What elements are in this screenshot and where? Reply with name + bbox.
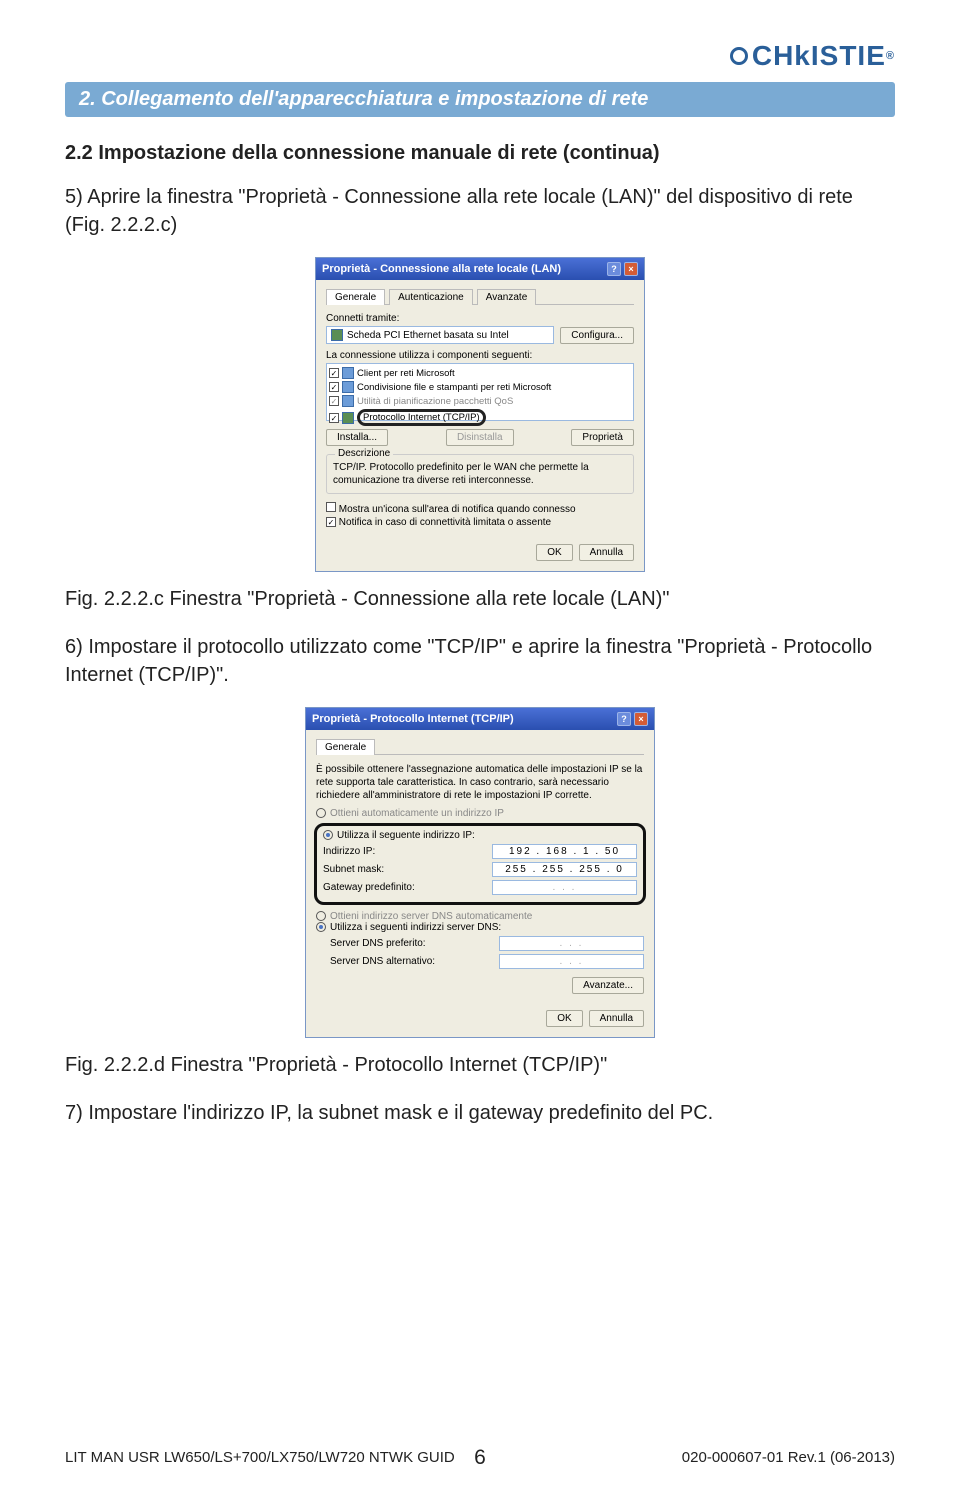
component-icon	[342, 381, 354, 393]
help-icon[interactable]: ?	[607, 262, 621, 276]
help-icon[interactable]: ?	[617, 712, 631, 726]
subnet-field[interactable]: 255 . 255 . 255 . 0	[492, 862, 637, 877]
component-icon	[342, 395, 354, 407]
tcpip-intro: È possibile ottenere l'assegnazione auto…	[316, 763, 644, 802]
tab-general[interactable]: Generale	[316, 739, 375, 755]
footer-left: LIT MAN USR LW650/LS+700/LX750/LW720 NTW…	[65, 1449, 455, 1466]
page-number: 6	[474, 1446, 486, 1470]
logo-reg: ®	[886, 50, 895, 62]
description-group: Descrizione TCP/IP. Protocollo predefini…	[326, 454, 634, 494]
description-text: TCP/IP. Protocollo predefinito per le WA…	[333, 461, 627, 487]
brand-logo: CHkISTIE ®	[730, 40, 895, 72]
advanced-button[interactable]: Avanzate...	[572, 977, 644, 994]
footer-right: 020-000607-01 Rev.1 (06-2013)	[682, 1449, 895, 1466]
uninstall-button: Disinstalla	[446, 429, 514, 446]
adapter-name: Scheda PCI Ethernet basata su Intel	[347, 330, 509, 341]
tab-auth[interactable]: Autenticazione	[389, 289, 473, 305]
radio-manual-ip[interactable]	[323, 830, 333, 840]
mask-label: Subnet mask:	[323, 864, 384, 875]
list-item: Condivisione file e stampanti per reti M…	[357, 382, 551, 393]
list-item: Utilità di pianificazione pacchetti QoS	[357, 396, 513, 407]
figure-caption-2: Fig. 2.2.2.d Finestra "Proprietà - Proto…	[65, 1054, 895, 1077]
configure-button[interactable]: Configura...	[560, 327, 634, 344]
list-item-highlighted: Protocollo Internet (TCP/IP)	[357, 409, 486, 426]
components-label: La connessione utilizza i componenti seg…	[326, 350, 634, 361]
page-footer: LIT MAN USR LW650/LS+700/LX750/LW720 NTW…	[65, 1449, 895, 1466]
section-heading: 2. Collegamento dell'apparecchiatura e i…	[65, 82, 895, 117]
ip-label: Indirizzo IP:	[323, 846, 375, 857]
notify-option: Notifica in caso di connettività limitat…	[339, 517, 551, 528]
body-step-6: 6) Impostare il protocollo utilizzato co…	[65, 633, 895, 689]
ip-field[interactable]: 192 . 168 . 1 . 50	[492, 844, 637, 859]
body-step-5: 5) Aprire la finestra "Proprietà - Conne…	[65, 183, 895, 239]
dns1-field[interactable]: . . .	[499, 936, 644, 951]
radio-auto-ip	[316, 808, 326, 818]
description-legend: Descrizione	[335, 448, 393, 459]
window-titlebar: Proprietà - Protocollo Internet (TCP/IP)…	[306, 708, 654, 730]
checkbox[interactable]: ✓	[326, 517, 336, 527]
manual-ip-label: Utilizza il seguente indirizzo IP:	[337, 830, 475, 841]
ok-button[interactable]: OK	[536, 544, 572, 561]
ok-button[interactable]: OK	[546, 1010, 582, 1027]
adapter-icon	[331, 329, 343, 341]
gateway-label: Gateway predefinito:	[323, 882, 415, 893]
dns1-label: Server DNS preferito:	[330, 938, 426, 949]
connect-via-label: Connetti tramite:	[326, 313, 634, 324]
manual-ip-highlight: Utilizza il seguente indirizzo IP: Indir…	[314, 823, 646, 905]
body-step-7: 7) Impostare l'indirizzo IP, la subnet m…	[65, 1099, 895, 1127]
components-list[interactable]: ✓Client per reti Microsoft ✓Condivisione…	[326, 363, 634, 421]
window-titlebar: Proprietà - Connessione alla rete locale…	[316, 258, 644, 280]
manual-dns-label: Utilizza i seguenti indirizzi server DNS…	[330, 922, 501, 933]
tab-advanced[interactable]: Avanzate	[477, 289, 537, 305]
component-icon	[342, 367, 354, 379]
radio-auto-dns	[316, 911, 326, 921]
window-title: Proprietà - Connessione alla rete locale…	[322, 263, 561, 275]
sub-heading: 2.2 Impostazione della connessione manua…	[65, 142, 895, 165]
cancel-button[interactable]: Annulla	[589, 1010, 644, 1027]
close-icon[interactable]: ×	[634, 712, 648, 726]
logo-text: CHkISTIE	[752, 40, 886, 72]
auto-ip-label: Ottieni automaticamente un indirizzo IP	[330, 808, 504, 819]
dns2-field[interactable]: . . .	[499, 954, 644, 969]
install-button[interactable]: Installa...	[326, 429, 388, 446]
checkbox[interactable]	[326, 502, 336, 512]
figure-caption-1: Fig. 2.2.2.c Finestra "Proprietà - Conne…	[65, 588, 895, 611]
auto-dns-label: Ottieni indirizzo server DNS automaticam…	[330, 911, 532, 922]
list-item: Client per reti Microsoft	[357, 368, 455, 379]
show-icon-option: Mostra un'icona sull'area di notifica qu…	[339, 504, 576, 515]
component-icon	[342, 412, 354, 424]
gateway-field[interactable]: . . .	[492, 880, 637, 895]
cancel-button[interactable]: Annulla	[579, 544, 634, 561]
tab-general[interactable]: Generale	[326, 289, 385, 305]
radio-manual-dns[interactable]	[316, 922, 326, 932]
properties-button[interactable]: Proprietà	[571, 429, 634, 446]
logo-ring-icon	[730, 47, 748, 65]
dns2-label: Server DNS alternativo:	[330, 956, 435, 967]
window-title: Proprietà - Protocollo Internet (TCP/IP)	[312, 713, 514, 725]
close-icon[interactable]: ×	[624, 262, 638, 276]
